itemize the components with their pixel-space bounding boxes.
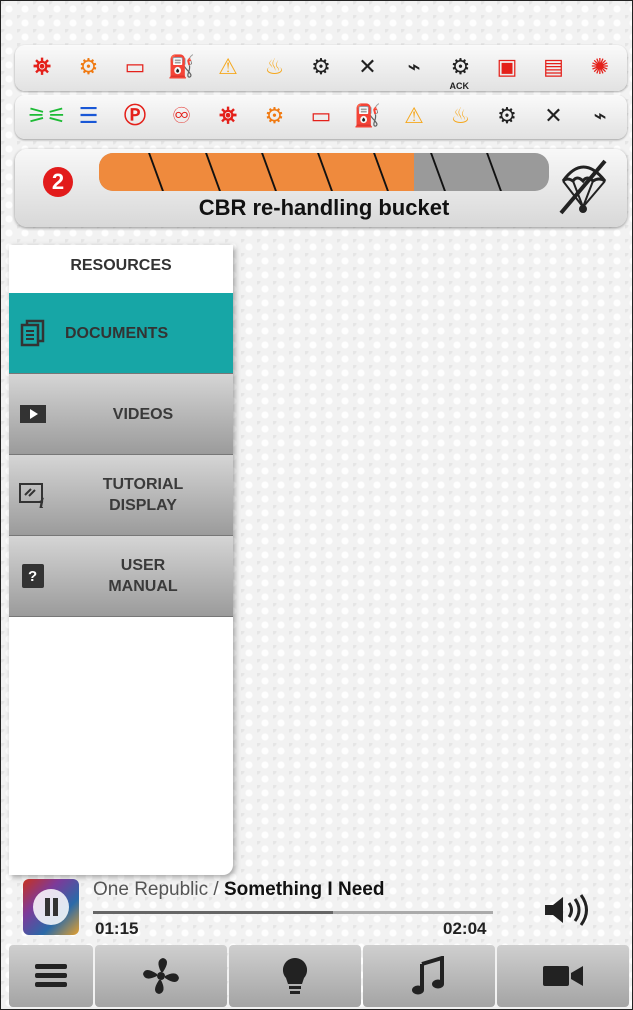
water-in-fuel-icon: ✺ [590,55,610,80]
resources-item-label: VIDEOS [112,405,174,423]
duration-time: 02:04 [443,919,487,938]
warning-row-bottom: ⚞⚟ ☰ Ⓟ ♾ ⛯ ⚙ ▭ ⛽ ⚠ ♨ ⚙ ✕ ⌁ [15,95,627,139]
battery-icon: ▭ [124,55,146,80]
resources-item-video[interactable]: VIDEOS [9,374,233,455]
transmission-temp-icon: ⌁ [407,55,421,80]
seek-bar[interactable] [93,911,493,914]
resources-title: RESOURCES [70,257,172,274]
ack-label: ACK [449,81,470,91]
engine-check-icon: ⚙ [78,55,99,80]
artist-name: One Republic [93,879,209,900]
transmission-icon: ⚙ [311,55,331,80]
status-badge: 2 [43,167,73,197]
camera-button[interactable] [497,945,629,1007]
volume-icon[interactable] [541,893,597,927]
media-player: One Republic / Something I Need 01:15 02… [15,875,627,941]
oil-pressure-icon: ⛽ [167,55,196,80]
document-icon [19,319,47,347]
engine-stop-icon: ⛯ [33,55,51,80]
seatbelt-icon: ♾ [171,104,192,129]
hydraulic-filter-icon: ⚠ [404,104,424,129]
attachment-title: CBR re-handling bucket [198,195,450,220]
video-icon [19,400,47,428]
machine-status-bar: 2 CBR re-handling bucket [15,149,627,227]
now-playing: One Republic / Something I Need [93,879,384,901]
music-button[interactable] [363,945,495,1007]
music-icon [412,956,444,995]
elapsed-time: 01:15 [95,919,139,938]
svg-text:?: ? [28,568,37,585]
resources-item-tutorial[interactable]: i TUTORIAL DISPLAY [9,455,233,536]
bucket-progress-bar [99,153,549,191]
song-title: Something I Need [223,879,385,900]
fuel-temp-icon: ▤ [543,55,564,80]
transmission-disabled-icon: ✕ [544,104,563,129]
menu-button[interactable] [9,945,93,1007]
fan-icon [143,958,179,994]
lightbulb-icon [282,957,308,994]
battery-icon: ▭ [310,104,332,129]
transmission-ack-icon: ⚙ ACK [446,57,476,92]
warning-panel-bottom: ⚞⚟ ☰ Ⓟ ♾ ⛯ ⚙ ▭ ⛽ ⚠ ♨ ⚙ ✕ ⌁ [15,95,627,139]
separator: / [208,879,224,900]
warning-panel-top: ⛯ ⚙ ▭ ⛽ ⚠ ♨ ⚙ ✕ ⌁ ⚙ ACK ▣ ▤ ✺ [15,45,627,91]
lights-button[interactable] [229,945,361,1007]
svg-text:i: i [39,496,44,509]
parking-brake-icon: Ⓟ [123,104,146,129]
oil-pressure-icon: ⛽ [353,104,382,129]
resources-item-label: DOCUMENTS [65,324,169,342]
pause-button[interactable] [33,889,69,925]
transmission-icon: ⚙ [497,104,517,129]
resources-menu: RESOURCES DOCUMENTS VIDEOS i TUTORIAL DISPL… [9,245,233,875]
resources-item-label: TUTORIAL DISPLAY [102,476,184,514]
hydraulic-filter-icon: ⚠ [218,55,238,80]
fuel-level-icon: ▣ [496,55,518,80]
coolant-temp-icon: ♨ [264,55,285,80]
fan-button[interactable] [95,945,227,1007]
side-lights-icon: ⚞⚟ [27,104,67,129]
menu-icon [35,964,67,987]
bottom-nav [9,945,629,1007]
parachute-disabled-icon[interactable] [555,157,611,217]
progress-track [99,153,549,191]
seek-fill [93,911,333,914]
coolant-temp-icon: ♨ [450,104,471,129]
transmission-disabled-icon: ✕ [358,55,377,80]
engine-check-icon: ⚙ [264,104,285,129]
tutorial-icon: i [19,481,47,512]
high-beam-icon: ☰ [78,104,99,129]
engine-stop-icon: ⛯ [219,104,237,129]
video-camera-icon [543,966,583,986]
manual-icon: ? [19,562,47,590]
app-frame: ⛯ ⚙ ▭ ⛽ ⚠ ♨ ⚙ ✕ ⌁ ⚙ ACK ▣ ▤ ✺ ⚞⚟ ☰ Ⓟ ♾ ⛯ ⚙ ▭ ⛽ ⚠ ♨ ⚙ ✕ ⌁ 2 CBR re… [0,0,633,1010]
warning-row-top: ⛯ ⚙ ▭ ⛽ ⚠ ♨ ⚙ ✕ ⌁ ⚙ ACK ▣ ▤ ✺ [15,45,627,92]
resources-item-label: USER MANUAL [108,557,178,595]
resources-item-manual[interactable]: ? USER MANUAL [9,536,233,617]
transmission-temp-icon: ⌁ [593,104,607,129]
resources-item-document[interactable]: DOCUMENTS [9,293,233,374]
